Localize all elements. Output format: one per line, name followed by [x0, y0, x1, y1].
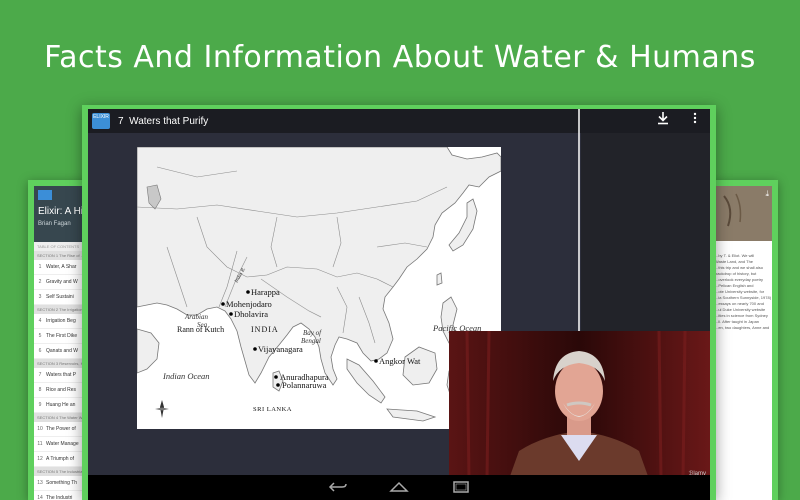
action-bar: ELIXIR 7 Waters that Purify: [88, 109, 710, 133]
speaker-face: [555, 361, 603, 421]
city-dot-mohenjodaro: [221, 302, 225, 306]
map-label-bay-of-bengal-2: Bengal: [301, 337, 321, 345]
map-label-india: INDIA: [251, 325, 279, 334]
video-frame: [449, 331, 710, 479]
book-title: Elixir: A Histo: [38, 206, 90, 217]
map-label-sri-lanka: SRI LANKA: [253, 406, 292, 413]
city-dot-harappa: [246, 290, 250, 294]
toc-chapter-label: Waters that P: [46, 372, 77, 378]
cover-art: [723, 193, 742, 227]
home-icon: [389, 481, 409, 492]
toc-chapter-label: Something Th: [46, 480, 78, 486]
toc-chapter-number: 12: [37, 456, 43, 462]
toc-chapter-number: 2: [38, 279, 42, 285]
toc-chapter-number: 11: [37, 441, 43, 447]
city-dot-angkor-wat: [374, 359, 378, 363]
map-svg: Harappa Mohenjodaro Dholavira Vijayanaga…: [136, 146, 502, 429]
toc-chapter-label: Huang He an: [46, 402, 76, 408]
toc-chapter-label: A Triumph of: [46, 456, 75, 462]
description-line: ...en, two daughters, Anne and: [715, 325, 770, 330]
recents-button[interactable]: [446, 478, 476, 496]
map-label-dholavira: Dholavira: [234, 309, 268, 319]
toc-chapter-number: 8: [38, 387, 42, 393]
toc-chapter-label: Qanats and W: [46, 348, 78, 354]
chapter-title: 7 Waters that Purify: [118, 116, 208, 127]
map-label-arabian-sea-2: Sea: [197, 321, 208, 329]
download-button[interactable]: [652, 111, 674, 131]
toc-chapter-number: 4: [38, 318, 42, 324]
curtain-fold: [657, 331, 663, 479]
app-logo-text: ELIXIR: [93, 114, 109, 120]
toc-chapter-number: 10: [37, 426, 43, 432]
toc-chapter-number: 3: [38, 294, 42, 300]
toc-chapter-label: Water Manage: [46, 441, 79, 447]
book-author: Brian Fagan: [38, 221, 71, 227]
map-label-bay-of-bengal-1: Bay of: [303, 329, 322, 337]
toc-chapter-number: 9: [38, 402, 42, 408]
landmass-taiwan: [436, 272, 443, 286]
toc-chapter-number: 6: [38, 348, 42, 354]
cover-image: ⤓: [712, 186, 772, 241]
curtain-fold: [485, 331, 491, 479]
city-dot-polannaruwa: [276, 383, 280, 387]
toc-chapter-label: Irrigation Beg: [46, 318, 76, 324]
city-dot-dholavira: [229, 312, 233, 316]
chapter-number: 7: [118, 115, 124, 127]
curtain-fold: [681, 331, 687, 479]
description-text: ...by T. & Eliot. We will Waste Land, and…: [712, 253, 772, 331]
toc-chapter-number: 7: [38, 372, 42, 378]
video-player[interactable]: ℬlamy: [449, 331, 710, 479]
download-icon: [658, 112, 668, 125]
toc-chapter-number: 1: [38, 264, 42, 270]
city-dot-anuradhapura: [274, 375, 278, 379]
overflow-menu-button[interactable]: [684, 111, 706, 131]
map-label-arabian-sea-1: Arabian: [184, 313, 208, 321]
map-label-polannaruwa: Polannaruwa: [282, 380, 327, 390]
toc-chapter-label: Self Sustaini: [46, 294, 74, 300]
toc-chapter-number: 14: [37, 495, 43, 500]
toc-chapter-label: The First Dike: [46, 333, 78, 339]
right-device-screen: ⤓ ...by T. & Eliot. We will Waste Land, a…: [712, 186, 772, 500]
toc-chapter-label: The Industri: [46, 495, 73, 500]
back-button[interactable]: [322, 478, 352, 496]
recents-icon: [453, 481, 469, 493]
toc-chapter-label: Rice and Res: [46, 387, 77, 393]
banner-headline: Facts And Information About Water & Huma…: [44, 40, 756, 75]
toc-chapter-label: The Power of: [46, 426, 76, 432]
chapter-name: Waters that Purify: [129, 115, 209, 127]
city-dot-vijayanagara: [253, 347, 257, 351]
map-label-angkor-wat: Angkor Wat: [379, 356, 421, 366]
app-logo-icon: [38, 190, 52, 200]
left-device: Elixir: A Histo Brian Fagan TABLE OF CON…: [28, 180, 90, 500]
toc-chapter-number: 13: [37, 480, 43, 486]
home-button[interactable]: [384, 478, 414, 496]
map-label-harappa: Harappa: [251, 287, 280, 297]
right-device: ⤓ ...by T. & Eliot. We will Waste Land, a…: [712, 180, 778, 500]
main-screen: ELIXIR 7 Waters that Purify Harappa Mohe…: [88, 109, 710, 500]
toc-chapter-label: Water, A Shar: [46, 264, 77, 270]
toc-chapter-label: Gravity and W: [46, 279, 78, 285]
map-label-vijayanagara: Vijayanagara: [258, 344, 303, 354]
app-logo-icon[interactable]: ELIXIR: [92, 113, 110, 129]
back-icon: [328, 482, 347, 492]
curtain-fold: [465, 331, 471, 479]
map-label-indian-ocean: Indian Ocean: [162, 371, 210, 381]
map-of-asia[interactable]: Harappa Mohenjodaro Dholavira Vijayanaga…: [136, 146, 502, 429]
scrollbar[interactable]: [578, 109, 580, 331]
main-device: ELIXIR 7 Waters that Purify Harappa Mohe…: [82, 105, 716, 500]
system-nav-bar: [88, 475, 710, 500]
overflow-menu-icon: [693, 112, 697, 124]
side-pane: [581, 133, 710, 331]
map-label-mohenjodaro: Mohenjodaro: [226, 299, 272, 309]
toc-chapter-number: 5: [38, 333, 42, 339]
